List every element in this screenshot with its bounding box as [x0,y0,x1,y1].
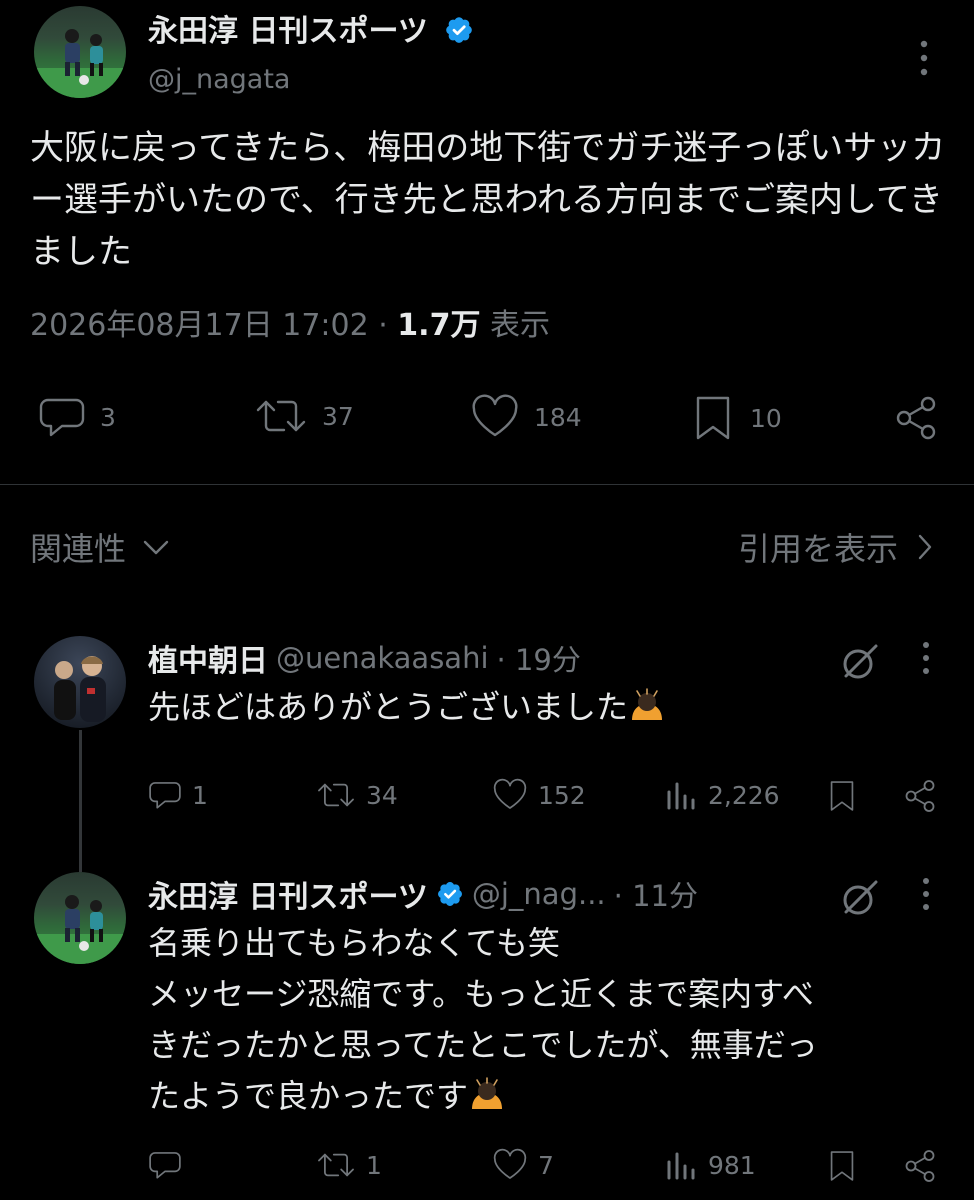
like-count: 152 [538,780,586,810]
bookmark-button[interactable]: 10 [690,394,782,442]
tweet-text: 大阪に戻ってきたら、梅田の地下街でガチ迷子っぽいサッカー選手がいたので、行き先と… [30,128,946,272]
view-count: 1.7万 [397,308,481,343]
tweet-timestamp[interactable]: 2026年08月17日 17:02 [30,308,369,343]
grok-icon[interactable] [838,640,882,684]
reply-text-line-last: たようで良かったです [148,1071,948,1122]
chevron-down-icon [143,540,169,555]
verified-badge-icon [436,880,464,908]
analytics-icon [667,782,695,810]
chevron-right-icon [918,534,932,560]
share-button[interactable] [902,778,938,814]
bookmark-icon [830,781,854,811]
share-icon [905,780,935,812]
share-icon [905,1150,935,1182]
more-options-icon[interactable] [912,38,936,78]
reply-text-line: 名乗り出てもらわなくても笑 [148,924,560,962]
section-divider [0,484,974,485]
reply-handle[interactable]: @uenakaasahi [276,641,489,675]
reply-text: 先ほどはありがとうございました [148,682,948,733]
reply-button[interactable] [148,1148,192,1182]
reply-button[interactable]: 1 [148,778,208,812]
heart-icon [493,1148,527,1179]
reply-avatar[interactable] [34,872,126,964]
reply-icon [149,782,181,809]
like-count: 7 [538,1150,554,1180]
retweet-button[interactable]: 34 [316,778,398,812]
reply-text: 名乗り出てもらわなくても笑 メッセージ恐縮です。もっと近くまで案内すべ きだった… [148,918,948,1122]
view-count: 2,226 [708,780,780,810]
retweet-icon [256,400,306,432]
analytics-icon [667,1152,695,1180]
bookmark-icon [696,396,730,440]
like-button[interactable]: 7 [492,1148,554,1182]
sort-dropdown[interactable]: 関連性 [30,524,170,570]
retweet-icon [318,783,354,807]
sort-label: 関連性 [30,530,127,568]
bookmark-icon [830,1151,854,1181]
reply-button[interactable]: 3 [38,394,116,440]
reply-text-content: 先ほどはありがとうございました [148,688,629,726]
grok-icon[interactable] [838,876,882,920]
reply-time[interactable]: · 19分 [497,637,581,679]
more-options-icon[interactable] [918,874,934,914]
reply-count: 3 [100,402,116,432]
bookmark-button[interactable] [826,778,858,814]
reply-avatar[interactable] [34,636,126,728]
share-button[interactable] [902,1148,938,1184]
reply-author-name[interactable]: 永田淳 日刊スポーツ [148,872,428,916]
author-name[interactable]: 永田淳 日刊スポーツ [148,14,428,49]
reply-count: 1 [192,780,208,810]
retweet-button[interactable]: 37 [254,394,354,438]
reply-text-line: メッセージ恐縮です。もっと近くまで案内すべ [148,975,814,1013]
retweet-count: 1 [366,1150,382,1180]
bowing-person-emoji-icon [628,688,666,722]
retweet-count: 37 [322,401,354,431]
heart-icon [493,778,527,809]
author-name-row[interactable]: 永田淳 日刊スポーツ [148,6,474,50]
like-count: 184 [534,402,582,432]
bookmark-count: 10 [750,403,782,433]
like-button[interactable]: 184 [470,394,582,440]
view-label: 表示 [490,308,550,343]
view-count: 981 [708,1150,756,1180]
reply-header: 永田淳 日刊スポーツ @j_nag... · 11分 [148,872,698,916]
more-options-icon[interactable] [918,638,934,678]
views-button[interactable]: 981 [664,1148,756,1182]
reply-text-line: きだったかと思ってたとこでしたが、無事だっ [148,1026,818,1064]
retweet-count: 34 [366,780,398,810]
bookmark-button[interactable] [826,1148,858,1184]
retweet-icon [318,1153,354,1177]
share-icon [896,396,936,440]
meta-separator: · [368,308,398,343]
tweet-meta: 2026年08月17日 17:02 · 1.7万 表示 [30,300,550,344]
thread-connector [79,730,82,872]
verified-badge-icon [444,15,474,45]
retweet-button[interactable]: 1 [316,1148,382,1182]
quotes-label: 引用を表示 [737,530,898,568]
heart-icon [472,394,518,437]
reply-icon [149,1152,181,1179]
author-avatar[interactable] [34,6,126,98]
like-button[interactable]: 152 [492,778,586,812]
share-button[interactable] [892,394,940,442]
view-quotes-link[interactable]: 引用を表示 [738,524,934,570]
reply-text-line: たようで良かったです [148,1077,469,1115]
author-handle[interactable]: @j_nagata [148,64,290,95]
reply-handle[interactable]: @j_nag... [472,877,606,911]
reply-author-name[interactable]: 植中朝日 [148,636,268,680]
reply-header: 植中朝日 @uenakaasahi · 19分 [148,636,581,680]
bowing-person-emoji-icon [468,1077,506,1111]
views-button[interactable]: 2,226 [664,778,780,812]
reply-icon [39,398,85,437]
reply-time[interactable]: · 11分 [614,873,698,915]
